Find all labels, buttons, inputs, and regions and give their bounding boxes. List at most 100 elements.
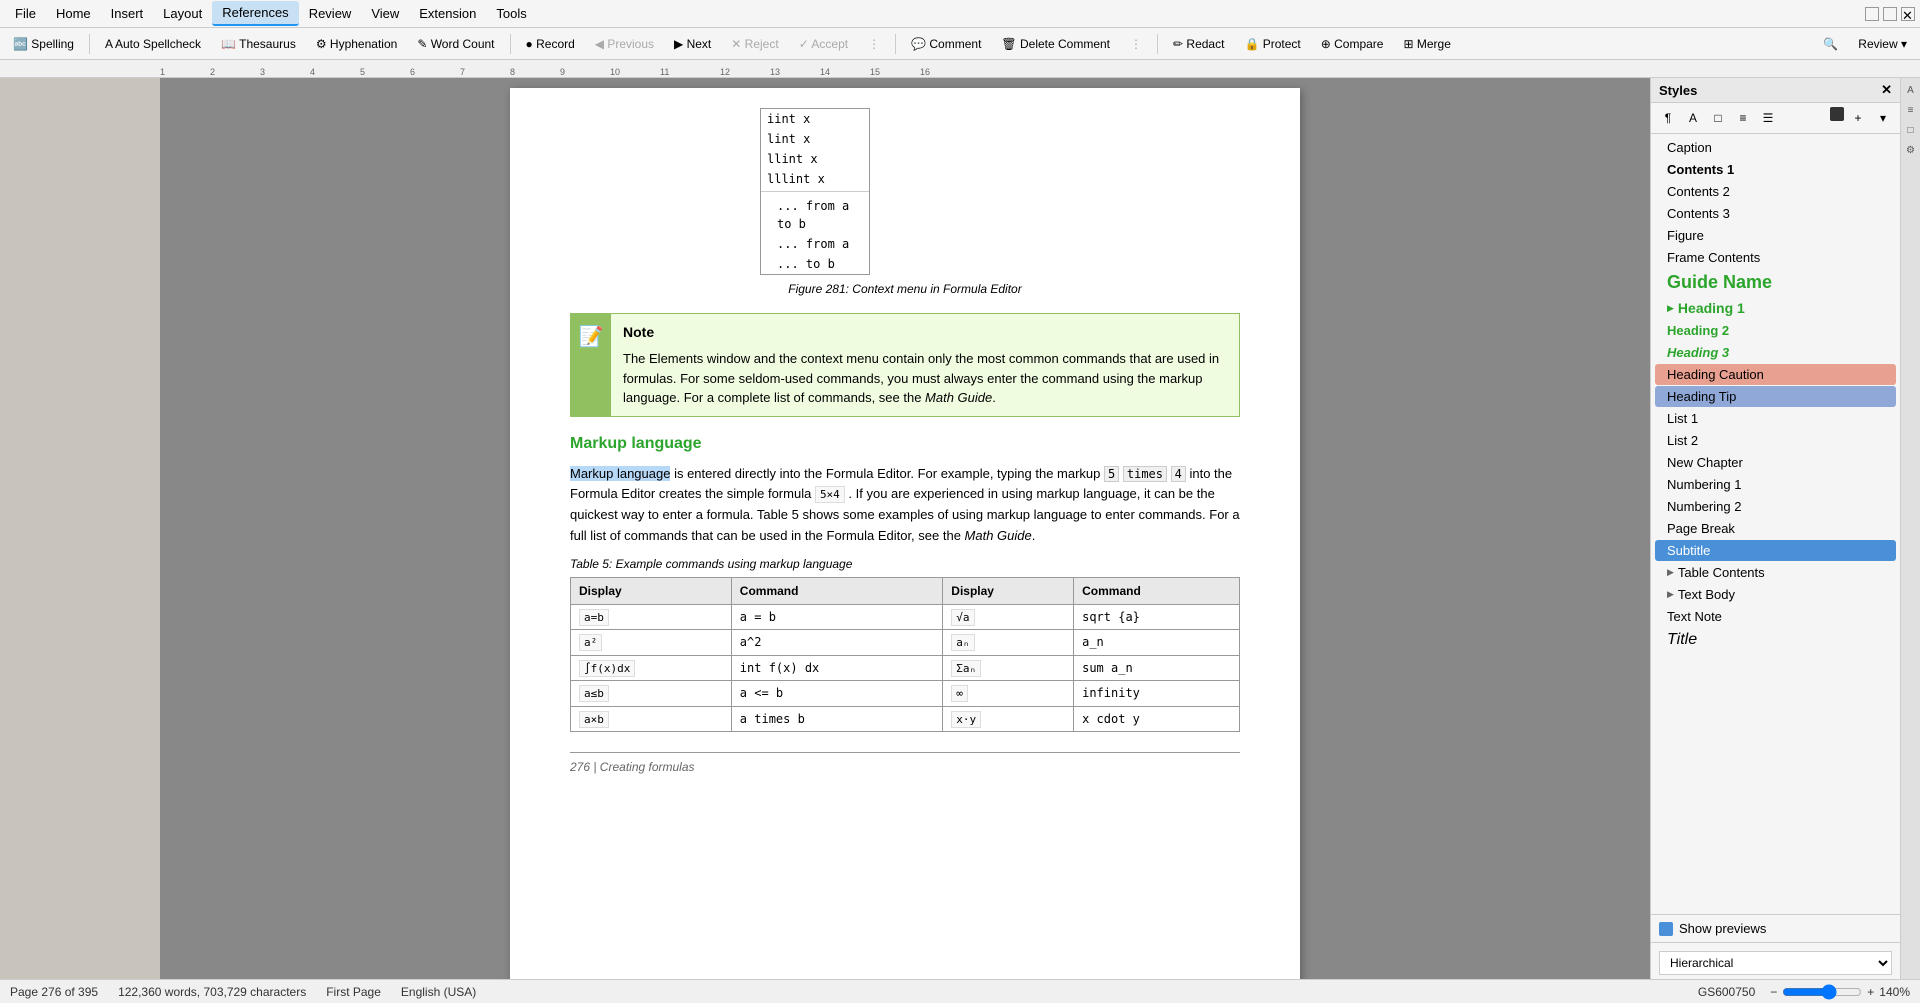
record-button[interactable]: ● Record	[518, 34, 583, 54]
style-item-contents3[interactable]: Contents 3	[1655, 203, 1896, 224]
formula-item-lllint[interactable]: lllint x	[761, 169, 869, 189]
document-area[interactable]: iint x lint x llint x lllint x ... from …	[160, 78, 1650, 979]
hierarchical-dropdown[interactable]: Hierarchical	[1659, 951, 1892, 975]
zoom-in-icon[interactable]: +	[1867, 985, 1874, 999]
style-item-heading-caution[interactable]: Heading Caution	[1655, 364, 1896, 385]
right-tool-2[interactable]: ≡	[1903, 102, 1919, 118]
wordcount-button[interactable]: ✎ Word Count	[409, 34, 502, 54]
ruler-mark-9: 9	[560, 67, 565, 77]
formula-item-lint[interactable]: lint x	[761, 129, 869, 149]
left-margin	[0, 78, 160, 979]
toolbar-extra[interactable]: ⋮	[1122, 34, 1150, 54]
window-maximize[interactable]	[1883, 7, 1897, 21]
menu-references[interactable]: References	[212, 1, 298, 26]
style-item-guide-name[interactable]: Guide Name	[1655, 269, 1896, 296]
style-item-heading3[interactable]: Heading 3	[1655, 342, 1896, 363]
table-cell-display: a×b	[571, 706, 732, 732]
styles-more-btn[interactable]: ▾	[1872, 107, 1894, 129]
show-previews-label[interactable]: Show previews	[1679, 921, 1766, 936]
autospellcheck-button[interactable]: A Auto Spellcheck	[97, 34, 209, 54]
styles-panel-header: Styles ✕	[1651, 78, 1900, 103]
search-icon[interactable]: 🔍	[1815, 34, 1846, 54]
comment-button[interactable]: 💬 Comment	[903, 34, 989, 54]
style-item-heading2[interactable]: Heading 2	[1655, 320, 1896, 341]
menu-insert[interactable]: Insert	[101, 2, 154, 25]
style-item-page-break[interactable]: Page Break	[1655, 518, 1896, 539]
doc-id: GS600750	[1698, 985, 1755, 999]
char-style-btn[interactable]: A	[1682, 107, 1704, 129]
style-item-text-note[interactable]: Text Note	[1655, 606, 1896, 627]
right-tool-3[interactable]: □	[1903, 122, 1919, 138]
accept-button[interactable]: ✓ Accept	[791, 34, 856, 54]
menu-extension[interactable]: Extension	[409, 2, 486, 25]
hyphenation-button[interactable]: ⚙ Hyphenation	[308, 34, 405, 54]
menu-view[interactable]: View	[361, 2, 409, 25]
more-button[interactable]: ⋮	[860, 34, 888, 54]
menu-file[interactable]: File	[5, 2, 46, 25]
window-close[interactable]: ✕	[1901, 7, 1915, 21]
style-item-new-chapter[interactable]: New Chapter	[1655, 452, 1896, 473]
formula-context-menu[interactable]: iint x lint x llint x lllint x ... from …	[760, 108, 870, 275]
formula-item-from-a-to-b[interactable]: ... from a to b	[761, 196, 869, 234]
toolbar-sep4	[1157, 34, 1158, 54]
window-minimize[interactable]	[1865, 7, 1879, 21]
style-item-title[interactable]: Title	[1655, 628, 1896, 652]
redact-button[interactable]: ✏ Redact	[1165, 34, 1232, 54]
right-tool-1[interactable]: A	[1903, 82, 1919, 98]
toolbar-sep2	[510, 34, 511, 54]
frame-style-btn[interactable]: □	[1707, 107, 1729, 129]
style-item-heading-tip[interactable]: Heading Tip	[1655, 386, 1896, 407]
menu-review[interactable]: Review	[299, 2, 362, 25]
formula-item-from-a[interactable]: ... from a	[761, 234, 869, 254]
note-text: The Elements window and the context menu…	[623, 349, 1227, 408]
table-caption: Table 5: Example commands using markup l…	[570, 555, 1240, 573]
reject-button[interactable]: ✕ Reject	[723, 34, 786, 54]
right-tool-4[interactable]: ⚙	[1903, 142, 1919, 158]
styles-toolbar: ¶ A □ ≡ ☰ + ▾	[1651, 103, 1900, 134]
styles-title: Styles	[1659, 83, 1697, 98]
style-item-contents2[interactable]: Contents 2	[1655, 181, 1896, 202]
ruler-mark-11: 11	[660, 67, 669, 77]
style-item-contents1[interactable]: Contents 1	[1655, 159, 1896, 180]
styles-color-dark[interactable]	[1830, 107, 1844, 121]
style-item-text-body[interactable]: ▶ Text Body	[1655, 584, 1896, 605]
style-item-caption[interactable]: Caption	[1655, 137, 1896, 158]
note-icon: 📝	[571, 314, 611, 416]
page-style-btn[interactable]: ≡	[1732, 107, 1754, 129]
zoom-out-icon[interactable]: −	[1770, 985, 1777, 999]
formula-item-iint[interactable]: iint x	[761, 109, 869, 129]
style-item-subtitle[interactable]: Subtitle	[1655, 540, 1896, 561]
style-item-numbering2[interactable]: Numbering 2	[1655, 496, 1896, 517]
compare-button[interactable]: ⊕ Compare	[1313, 34, 1392, 54]
delete-comment-button[interactable]: 🗑 Delete Comment	[993, 34, 1118, 54]
style-item-list2[interactable]: List 2	[1655, 430, 1896, 451]
table-row: a=b a = b √a sqrt {a}	[571, 604, 1240, 630]
style-item-figure[interactable]: Figure	[1655, 225, 1896, 246]
style-label-figure: Figure	[1667, 228, 1704, 243]
formula-item-llint[interactable]: llint x	[761, 149, 869, 169]
previous-button[interactable]: ◀ Previous	[587, 34, 662, 54]
style-item-heading1[interactable]: ▶ Heading 1	[1655, 297, 1896, 319]
toolbar-sep3	[895, 34, 896, 54]
protect-button[interactable]: 🔒 Protect	[1236, 34, 1308, 54]
merge-button[interactable]: ⊞ Merge	[1395, 34, 1458, 54]
style-item-list1[interactable]: List 1	[1655, 408, 1896, 429]
list-style-btn[interactable]: ☰	[1757, 107, 1779, 129]
formula-item-to-b[interactable]: ... to b	[761, 254, 869, 274]
style-item-frame-contents[interactable]: Frame Contents	[1655, 247, 1896, 268]
review-dropdown-button[interactable]: Review ▾	[1850, 34, 1915, 54]
style-item-numbering1[interactable]: Numbering 1	[1655, 474, 1896, 495]
styles-add-btn[interactable]: +	[1847, 107, 1869, 129]
close-icon[interactable]: ✕	[1881, 82, 1892, 98]
menu-layout[interactable]: Layout	[153, 2, 212, 25]
spelling-button[interactable]: 🔤 Spelling	[5, 34, 82, 54]
thesaurus-button[interactable]: 📖 Thesaurus	[213, 34, 304, 54]
zoom-slider[interactable]	[1782, 984, 1862, 1000]
style-item-table-contents[interactable]: ▶ Table Contents	[1655, 562, 1896, 583]
status-bar: Page 276 of 395 122,360 words, 703,729 c…	[0, 979, 1920, 1003]
paragraph-style-btn[interactable]: ¶	[1657, 107, 1679, 129]
menu-tools[interactable]: Tools	[486, 2, 536, 25]
next-button[interactable]: ▶ Next	[666, 34, 719, 54]
menu-home[interactable]: Home	[46, 2, 101, 25]
page-label: First Page	[326, 985, 381, 999]
